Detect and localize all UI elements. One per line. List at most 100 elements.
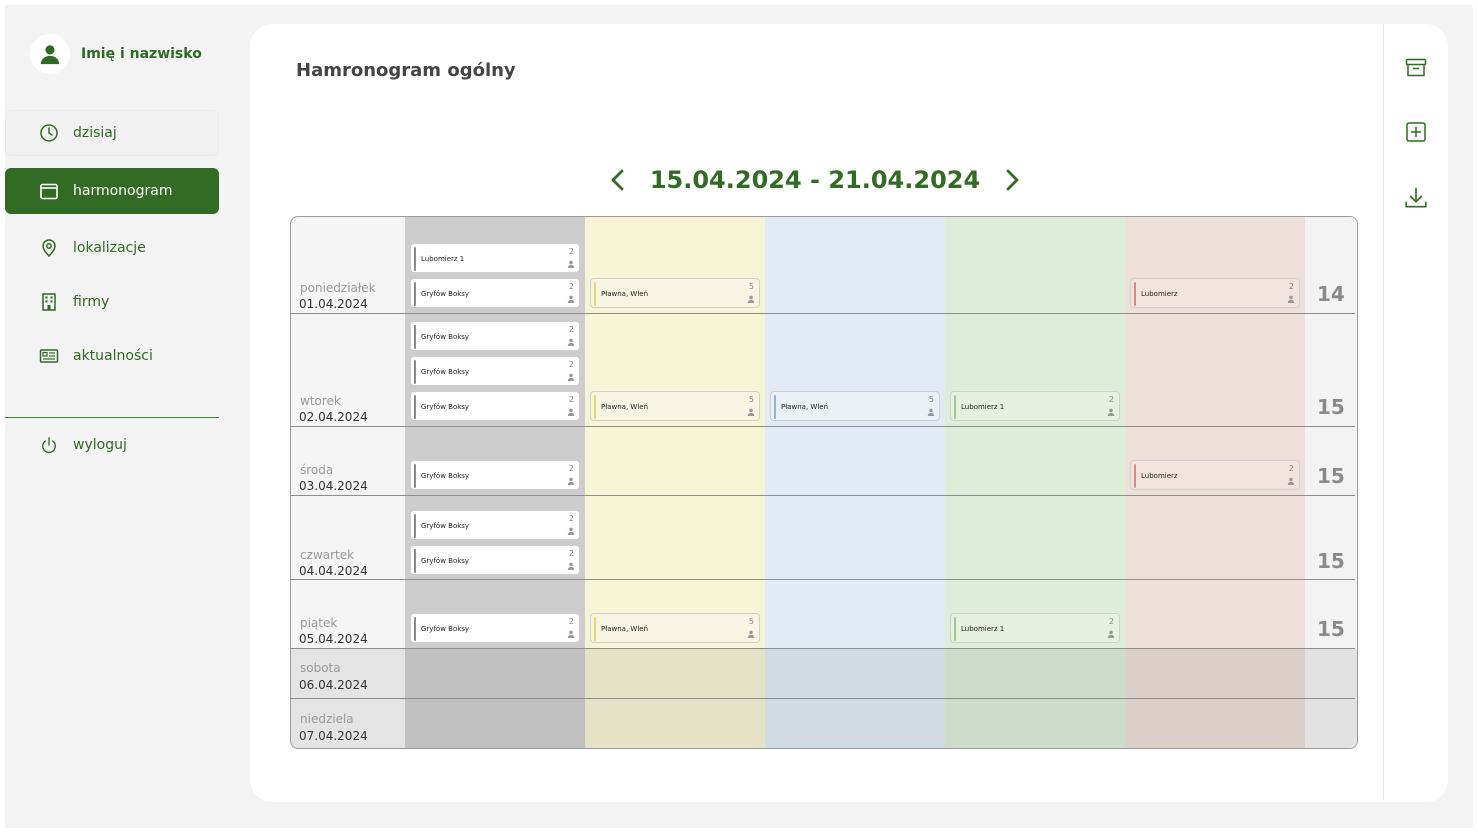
download-button[interactable] [1402, 184, 1430, 212]
news-icon [37, 344, 61, 368]
shift-location: Lubomierz 1 [421, 255, 465, 263]
day-name: niedziela [300, 712, 354, 726]
building-icon [37, 290, 61, 314]
day-date: 03.04.2024 [299, 479, 368, 493]
shift-people-count: 2 [568, 360, 574, 369]
shift-card[interactable]: Gryfów Boksy 2 [410, 278, 580, 308]
logout-label: wyloguj [73, 437, 127, 453]
download-icon [1405, 187, 1427, 208]
shift-color-bar [954, 617, 956, 641]
shift-location: Lubomierz [1141, 472, 1178, 480]
shift-card[interactable]: Pławna, Wleń 5 [770, 391, 940, 421]
day-shift-count: 14 [1317, 282, 1345, 306]
shift-card[interactable]: Lubomierz 1 2 [410, 243, 580, 273]
chevron-right-icon [1006, 169, 1019, 191]
shift-color-bar [1134, 464, 1136, 488]
person-icon [747, 295, 755, 305]
row-separator [291, 495, 1355, 496]
shift-card[interactable]: Pławna, Wleń 5 [590, 278, 760, 308]
shift-card[interactable]: Gryfów Boksy 2 [410, 545, 580, 575]
person-icon [927, 408, 935, 418]
user-avatar-icon [30, 34, 70, 74]
nav-item-harmonogram[interactable]: harmonogram [5, 168, 219, 214]
shift-card[interactable]: Gryfów Boksy 2 [410, 613, 580, 643]
shift-location: Gryfów Boksy [421, 472, 470, 480]
nav-item-dzisiaj[interactable]: dzisiaj [5, 110, 219, 156]
day-date: 01.04.2024 [299, 297, 368, 311]
shift-people-count: 2 [568, 617, 574, 626]
user-profile[interactable]: Imię i nazwisko [30, 34, 202, 74]
person-icon [567, 295, 575, 305]
shift-card[interactable]: Gryfów Boksy 2 [410, 321, 580, 351]
shift-card[interactable]: Lubomierz 1 2 [950, 391, 1120, 421]
nav-item-lokalizacje[interactable]: lokalizacje [5, 225, 219, 271]
shift-card[interactable]: Lubomierz 2 [1130, 460, 1300, 490]
day-shift-count: 15 [1317, 617, 1345, 641]
shift-location: Pławna, Wleń [601, 290, 649, 298]
nav-label: harmonogram [73, 183, 173, 199]
shift-card[interactable]: Pławna, Wleń 5 [590, 391, 760, 421]
shift-people-count: 5 [748, 617, 754, 626]
day-date: 04.04.2024 [299, 564, 368, 578]
person-icon [747, 630, 755, 640]
day-date: 05.04.2024 [299, 632, 368, 646]
shift-location: Lubomierz 1 [961, 625, 1005, 633]
person-icon [567, 408, 575, 418]
shift-card[interactable]: Lubomierz 1 2 [950, 613, 1120, 643]
shift-people-count: 2 [568, 514, 574, 523]
sidebar-divider [5, 417, 219, 418]
person-icon [567, 373, 575, 383]
shift-color-bar [414, 360, 416, 384]
day-name: sobota [300, 661, 341, 675]
shift-people-count: 2 [1288, 282, 1294, 291]
add-box-icon [1406, 122, 1426, 142]
shift-card[interactable]: Pławna, Wleń 5 [590, 613, 760, 643]
shift-card[interactable]: Lubomierz 2 [1130, 278, 1300, 308]
chevron-left-icon [611, 169, 624, 191]
shift-color-bar [594, 282, 596, 306]
archive-icon [1405, 58, 1427, 77]
shift-color-bar [414, 325, 416, 349]
shift-card[interactable]: Gryfów Boksy 2 [410, 356, 580, 386]
shift-color-bar [954, 395, 956, 419]
nav-label: aktualności [73, 348, 153, 364]
add-button[interactable] [1402, 118, 1430, 146]
person-icon [567, 260, 575, 270]
shift-card[interactable]: Gryfów Boksy 2 [410, 391, 580, 421]
day-name: piątek [300, 616, 338, 630]
prev-week-button[interactable] [610, 166, 626, 194]
nav-item-firmy[interactable]: firmy [5, 279, 219, 325]
day-name: środa [300, 463, 334, 477]
location-pin-icon [37, 236, 61, 260]
person-icon [567, 630, 575, 640]
person-icon [1287, 477, 1295, 487]
shift-card[interactable]: Gryfów Boksy 2 [410, 460, 580, 490]
shift-people-count: 5 [928, 395, 934, 404]
shift-color-bar [594, 617, 596, 641]
day-name: czwartek [300, 548, 355, 562]
user-name: Imię i nazwisko [81, 46, 202, 62]
shift-color-bar [414, 247, 416, 271]
row-separator [291, 579, 1355, 580]
archive-button[interactable] [1402, 54, 1430, 82]
nav-label: firmy [73, 294, 110, 310]
next-week-button[interactable] [1004, 166, 1020, 194]
logout-button[interactable]: wyloguj [5, 422, 219, 468]
day-date: 06.04.2024 [299, 678, 368, 692]
day-shift-count: 15 [1317, 395, 1345, 419]
shift-people-count: 2 [568, 549, 574, 558]
person-icon [1107, 630, 1115, 640]
week-navigator: 15.04.2024 - 21.04.2024 [611, 162, 1019, 198]
shift-color-bar [414, 514, 416, 538]
person-icon [567, 338, 575, 348]
shift-card[interactable]: Gryfów Boksy 2 [410, 510, 580, 540]
calendar-icon [37, 179, 61, 203]
shift-location: Pławna, Wleń [601, 403, 649, 411]
shift-color-bar [414, 617, 416, 641]
nav-item-aktualnosci[interactable]: aktualności [5, 333, 219, 379]
row-separator [291, 426, 1355, 427]
person-icon [747, 408, 755, 418]
row-separator [291, 313, 1355, 314]
clock-icon [37, 121, 61, 145]
shift-location: Lubomierz 1 [961, 403, 1005, 411]
